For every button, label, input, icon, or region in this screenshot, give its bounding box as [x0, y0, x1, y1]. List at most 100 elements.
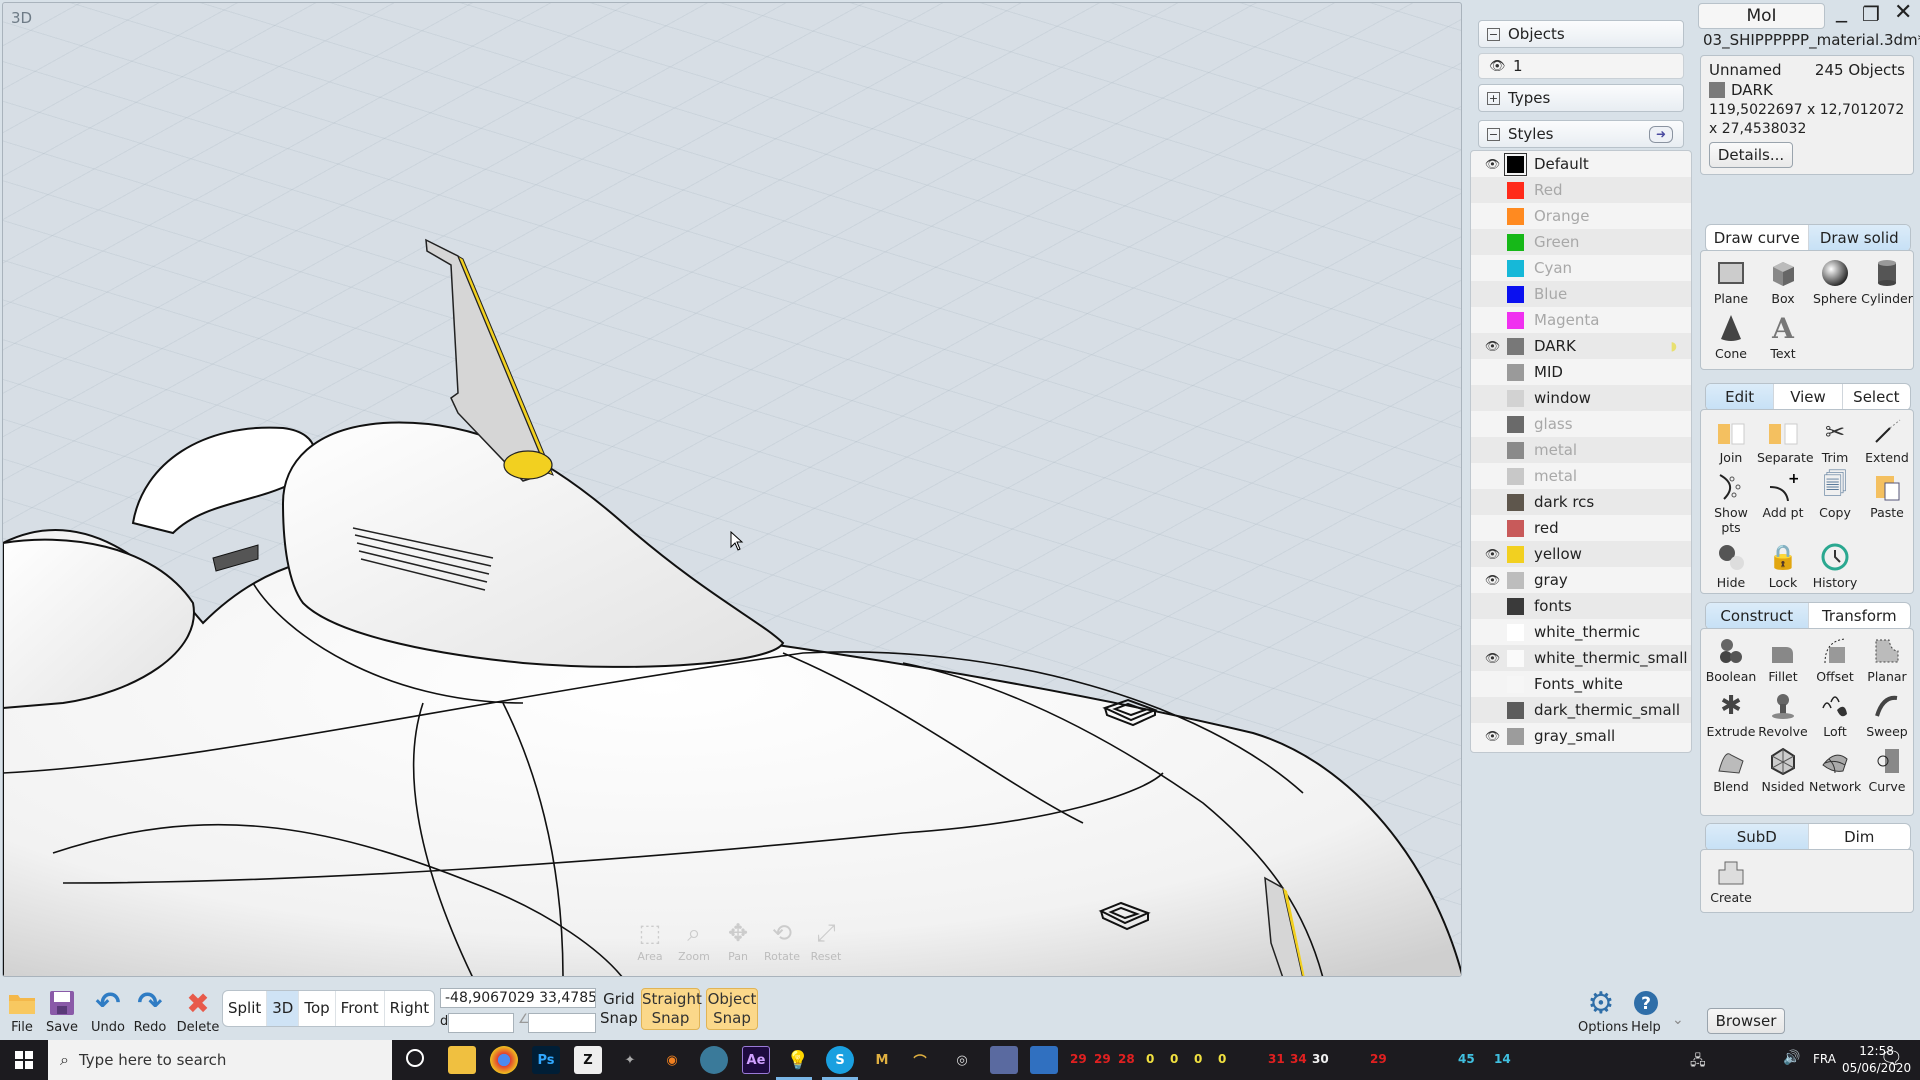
style-row[interactable]: 👁 Default	[1471, 151, 1691, 177]
save-button[interactable]: Save	[40, 988, 84, 1035]
lock-tool-button[interactable]: 🔒 Lock	[1757, 541, 1809, 590]
nav-zoom-button[interactable]: ⌕ Zoom	[675, 918, 713, 963]
tab-view[interactable]: View	[1774, 384, 1843, 410]
style-color-swatch[interactable]	[1507, 207, 1524, 225]
style-color-swatch[interactable]	[1507, 727, 1524, 745]
file-button[interactable]: File	[0, 988, 44, 1035]
minimize-button[interactable]: _	[1836, 0, 1847, 23]
tab-subd[interactable]: SubD	[1706, 824, 1809, 850]
style-color-swatch[interactable]	[1507, 285, 1524, 303]
copy-tool-button[interactable]: 🗐 Copy	[1809, 470, 1861, 535]
eye-icon[interactable]: 👁	[1485, 157, 1501, 171]
chrome-icon[interactable]	[490, 1046, 518, 1074]
details-button[interactable]: Details...	[1709, 142, 1793, 168]
style-color-swatch[interactable]	[1507, 493, 1524, 511]
plane-tool-button[interactable]: Plane	[1705, 257, 1757, 306]
3d-viewport[interactable]: 3D ⬚ Area ⌕ Zoom ✥ Pan ⟲ Rotate ⤢ Reset	[2, 2, 1462, 977]
eye-icon[interactable]: 👁	[1485, 729, 1501, 743]
trim-tool-button[interactable]: ✂ Trim	[1809, 416, 1861, 465]
join-tool-button[interactable]: Join	[1705, 416, 1757, 465]
style-row[interactable]: metal	[1471, 463, 1691, 489]
options-button[interactable]: ⚙ Options	[1578, 986, 1628, 1036]
style-row[interactable]: red	[1471, 515, 1691, 541]
style-row[interactable]: dark_thermic_small	[1471, 697, 1691, 723]
moi-lightbulb-icon[interactable]: 💡	[784, 1046, 812, 1074]
cylinder-tool-button[interactable]: Cylinder	[1861, 257, 1913, 306]
cortana-icon[interactable]	[406, 1049, 424, 1067]
style-color-swatch[interactable]	[1507, 259, 1524, 277]
style-row[interactable]: 👁 white_thermic_small	[1471, 645, 1691, 671]
nav-reset-button[interactable]: ⤢ Reset	[807, 918, 845, 963]
redo-button[interactable]: ↷ Redo	[128, 986, 172, 1036]
style-row[interactable]: dark rcs	[1471, 489, 1691, 515]
boolean-tool-button[interactable]: Boolean	[1705, 635, 1757, 684]
app-arc-icon[interactable]: ⌒	[906, 1046, 934, 1074]
style-color-swatch[interactable]	[1507, 545, 1524, 563]
view-tab-front[interactable]: Front	[336, 991, 385, 1026]
app-icon[interactable]: ✦	[616, 1046, 644, 1074]
language-indicator[interactable]: FRA	[1813, 1052, 1836, 1066]
objects-row[interactable]: 👁 1	[1478, 53, 1684, 79]
style-row[interactable]: 👁 gray_small	[1471, 723, 1691, 749]
sweep-tool-button[interactable]: Sweep	[1861, 690, 1913, 739]
add-pt-tool-button[interactable]: + Add pt	[1757, 471, 1809, 535]
show-pts-tool-button[interactable]: Show pts	[1705, 471, 1757, 535]
obs-icon[interactable]: ◎	[948, 1046, 976, 1074]
style-color-swatch[interactable]	[1507, 389, 1524, 407]
angle-input[interactable]	[528, 1013, 596, 1033]
style-row[interactable]: Blue	[1471, 281, 1691, 307]
start-button[interactable]	[0, 1040, 48, 1080]
file-explorer-icon[interactable]	[448, 1046, 476, 1074]
undo-button[interactable]: ↶ Undo	[86, 986, 130, 1036]
notifications-icon[interactable]: 🗨	[1880, 1048, 1903, 1069]
view-tab-top[interactable]: Top	[299, 991, 336, 1026]
style-row[interactable]: Cyan	[1471, 255, 1691, 281]
style-row[interactable]: Fonts_white	[1471, 671, 1691, 697]
style-color-swatch[interactable]	[1507, 519, 1524, 537]
tab-draw-solid[interactable]: Draw solid	[1808, 225, 1910, 251]
style-row[interactable]: fonts	[1471, 593, 1691, 619]
styles-edit-button[interactable]: ➜	[1649, 126, 1673, 143]
style-swatch[interactable]	[1709, 82, 1725, 98]
tab-edit[interactable]: Edit	[1706, 384, 1775, 410]
style-color-swatch[interactable]	[1507, 441, 1524, 459]
app-m-icon[interactable]: M	[868, 1046, 896, 1074]
eye-icon[interactable]: 👁	[1485, 547, 1501, 561]
grid-snap-toggle[interactable]: Grid Snap	[600, 990, 638, 1028]
style-row[interactable]: MID	[1471, 359, 1691, 385]
styles-section-header[interactable]: − Styles ➜	[1478, 120, 1684, 148]
app-globe-icon[interactable]	[700, 1046, 728, 1074]
style-row[interactable]: glass	[1471, 411, 1691, 437]
style-color-swatch[interactable]	[1507, 233, 1524, 251]
object-snap-toggle[interactable]: Object Snap	[706, 988, 758, 1030]
eye-icon[interactable]: 👁	[1485, 573, 1501, 587]
blender-icon[interactable]: ◉	[658, 1046, 686, 1074]
straight-snap-toggle[interactable]: Straight Snap	[641, 988, 702, 1030]
style-row[interactable]: Magenta	[1471, 307, 1691, 333]
style-color-swatch[interactable]	[1507, 623, 1524, 641]
expand-chevron-icon[interactable]: ⌄	[1672, 1012, 1684, 1028]
style-row[interactable]: 👁 DARK ◗	[1471, 333, 1691, 359]
zbrush-icon[interactable]: Z	[574, 1046, 602, 1074]
eye-icon[interactable]: 👁	[1485, 651, 1501, 665]
tab-select[interactable]: Select	[1843, 384, 1910, 410]
nsided-tool-button[interactable]: Nsided	[1757, 745, 1809, 794]
cone-tool-button[interactable]: Cone	[1705, 312, 1757, 361]
after-effects-icon[interactable]: Ae	[742, 1046, 770, 1074]
fillet-tool-button[interactable]: Fillet	[1757, 635, 1809, 684]
style-color-swatch[interactable]	[1504, 152, 1527, 176]
skype-icon[interactable]: S	[826, 1046, 854, 1074]
distance-input[interactable]	[448, 1013, 514, 1033]
style-row[interactable]: 👁 gray	[1471, 567, 1691, 593]
view-tab-right[interactable]: Right	[385, 991, 434, 1026]
restore-button[interactable]: ❐	[1862, 2, 1880, 26]
sphere-tool-button[interactable]: Sphere	[1809, 257, 1861, 306]
style-color-swatch[interactable]	[1507, 415, 1524, 433]
tab-draw-curve[interactable]: Draw curve	[1706, 225, 1809, 251]
style-row[interactable]: Green	[1471, 229, 1691, 255]
style-color-swatch[interactable]	[1507, 467, 1524, 485]
style-row[interactable]: Orange	[1471, 203, 1691, 229]
eye-icon[interactable]: 👁	[1485, 339, 1501, 353]
style-color-swatch[interactable]	[1507, 337, 1524, 355]
style-row[interactable]: window	[1471, 385, 1691, 411]
